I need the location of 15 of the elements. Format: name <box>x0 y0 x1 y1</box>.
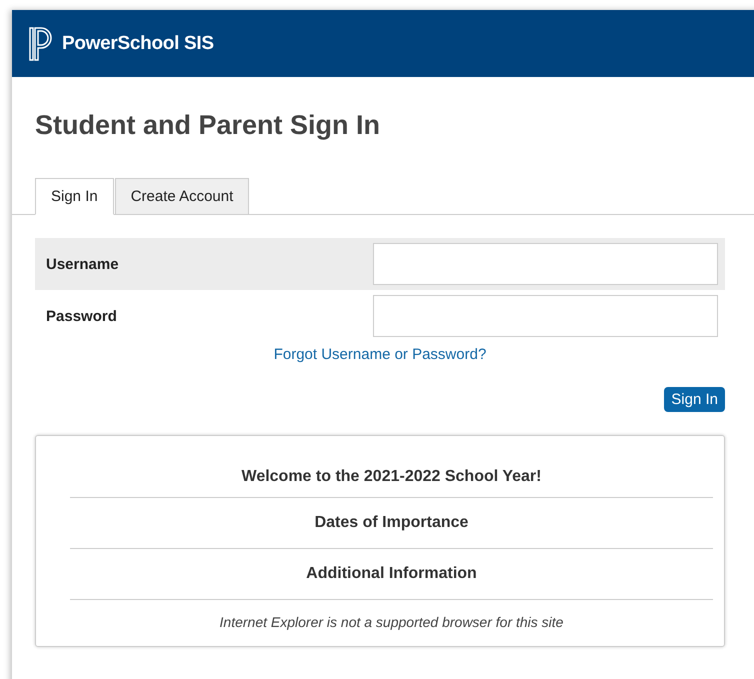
info-heading: Welcome to the 2021-2022 School Year! <box>242 468 542 486</box>
tab[interactable]: Sign In <box>35 178 114 215</box>
info-heading: Dates of Importance <box>314 514 468 532</box>
field-label: Password <box>46 308 117 324</box>
info-heading: Additional Information <box>306 565 477 583</box>
forgot-link[interactable]: Forgot Username or Password? <box>274 346 486 363</box>
logo-icon <box>28 26 54 60</box>
page-title: Student and Parent Sign In <box>34 109 382 142</box>
input-field[interactable] <box>373 243 718 285</box>
brand-name: PowerSchool SIS <box>62 32 214 54</box>
sign-in-button[interactable]: Sign In <box>664 387 725 412</box>
input-field[interactable] <box>373 295 718 337</box>
tab[interactable]: Create Account <box>114 178 250 215</box>
browser-note: Internet Explorer is not a supported browser for this site <box>218 614 564 630</box>
field-label: Username <box>46 256 119 272</box>
